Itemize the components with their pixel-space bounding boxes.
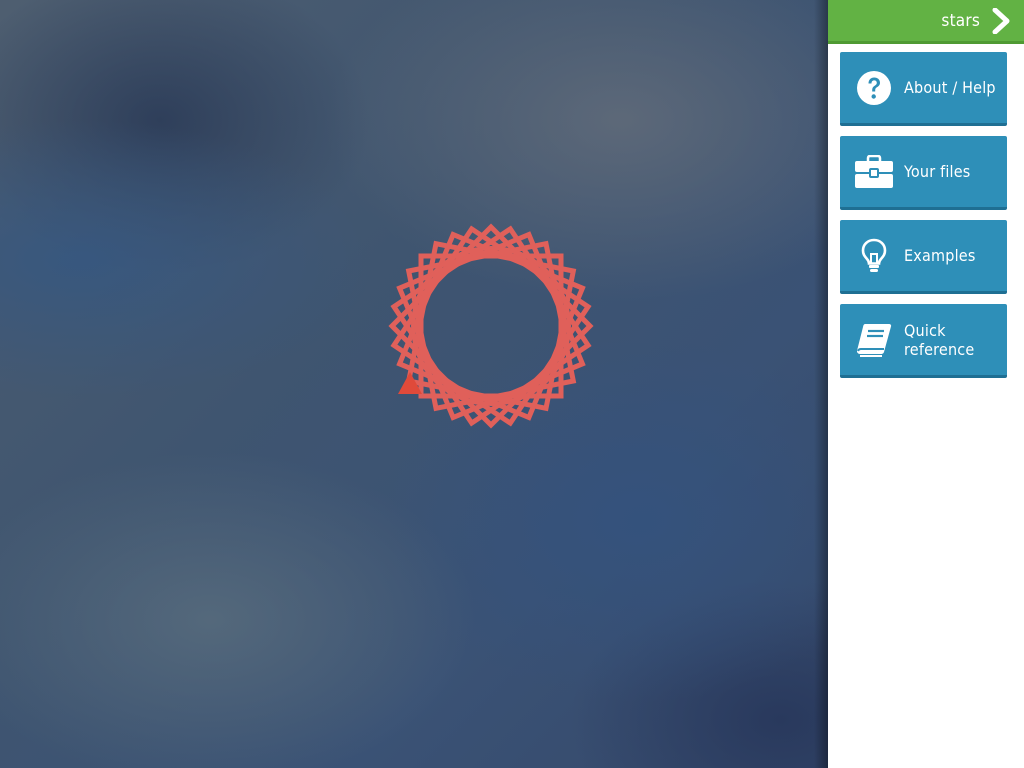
chevron-right-icon[interactable]	[990, 7, 1012, 34]
program-title-bar[interactable]: stars	[828, 0, 1024, 44]
menu-list: About / Help Your files Examples Quick r…	[828, 44, 1024, 378]
quick-reference-button[interactable]: Quick reference	[840, 304, 1007, 378]
examples-label: Examples	[904, 246, 976, 265]
program-name: stars	[941, 10, 980, 31]
star-square-segment	[396, 231, 586, 421]
examples-button[interactable]: Examples	[840, 220, 1007, 294]
turtle-canvas[interactable]	[0, 0, 828, 768]
about-help-button[interactable]: About / Help	[840, 52, 1007, 126]
your-files-button[interactable]: Your files	[840, 136, 1007, 210]
sidebar-menu: stars About / Help Your files Examples Q…	[828, 0, 1024, 768]
briefcase-icon	[854, 152, 894, 192]
turtle-cursor	[398, 372, 422, 394]
book-icon	[854, 320, 894, 360]
about-help-label: About / Help	[904, 78, 996, 97]
star-square-segment	[405, 240, 577, 412]
star-drawing	[388, 223, 594, 429]
lightbulb-icon	[854, 236, 894, 276]
star-square-segment	[396, 231, 586, 421]
your-files-label: Your files	[904, 162, 971, 181]
app-window: stars About / Help Your files Examples Q…	[0, 0, 1024, 768]
quick-reference-label: Quick reference	[904, 320, 975, 359]
question-circle-icon	[854, 68, 894, 108]
